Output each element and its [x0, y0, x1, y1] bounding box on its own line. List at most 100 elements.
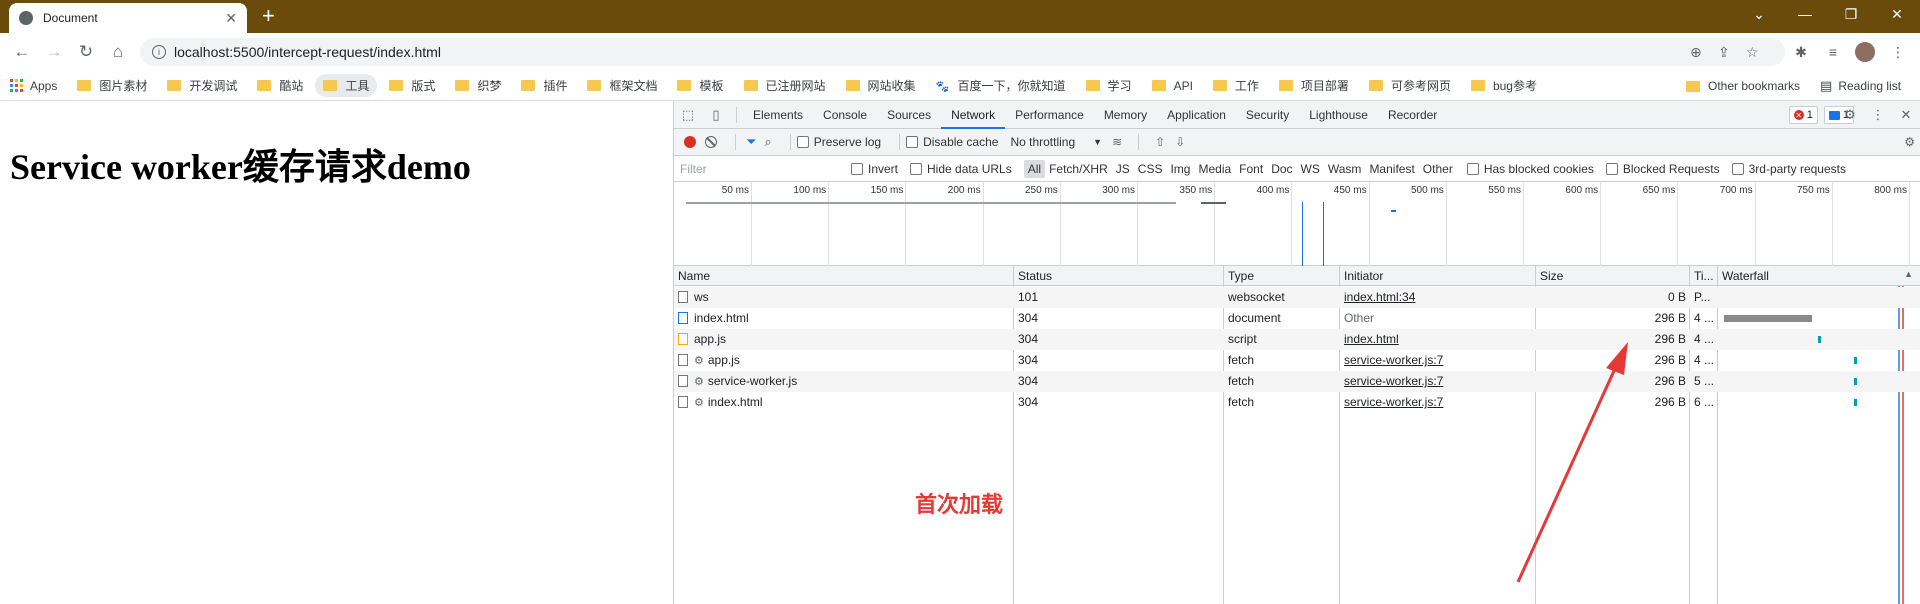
address-bar[interactable]: i localhost:5500/intercept-request/index…	[140, 38, 1785, 66]
throttling-select[interactable]: No throttling ▼	[1010, 135, 1102, 149]
invert-checkbox[interactable]: Invert	[851, 162, 898, 176]
column-header-size[interactable]: Size	[1536, 266, 1690, 286]
media-control-icon[interactable]: ≡	[1819, 38, 1847, 66]
record-button[interactable]	[684, 136, 696, 148]
bookmark-folder[interactable]: 已注册网站	[743, 77, 826, 94]
table-row[interactable]: ws 101 websocket index.html:34 0 B P...	[674, 287, 1920, 308]
settings-gear-icon[interactable]: ⚙	[1836, 101, 1864, 129]
network-conditions-icon[interactable]: ≋	[1112, 135, 1122, 149]
table-row[interactable]: app.js 304 script index.html 296 B 4 ...	[674, 329, 1920, 350]
bookmark-folder[interactable]: bug参考	[1470, 77, 1537, 94]
checkbox-box[interactable]	[906, 136, 919, 148]
table-row[interactable]: index.html 304 document Other 296 B 4 ...	[674, 308, 1920, 329]
disable-cache-checkbox[interactable]: Disable cache	[906, 135, 998, 149]
devtools-tab-console[interactable]: Console	[813, 101, 877, 129]
column-header-name[interactable]: Name	[674, 266, 1014, 286]
cell-initiator[interactable]: index.html	[1340, 329, 1536, 350]
blocked-requests-checkbox[interactable]: Blocked Requests	[1605, 162, 1720, 176]
type-filter-wasm[interactable]: Wasm	[1324, 160, 1366, 178]
home-button[interactable]: ⌂	[104, 38, 132, 66]
bookmark-reading-list[interactable]: ▤ Reading list	[1820, 78, 1901, 94]
more-options-icon[interactable]: ⋮	[1864, 101, 1892, 129]
column-header-waterfall[interactable]: Waterfall	[1718, 266, 1920, 286]
column-header-time[interactable]: Ti...	[1690, 266, 1718, 286]
checkbox-box[interactable]	[1466, 162, 1479, 175]
devtools-tab-network[interactable]: Network	[941, 101, 1006, 129]
export-har-icon[interactable]: ⇩	[1175, 135, 1185, 149]
third-party-checkbox[interactable]: 3rd-party requests	[1731, 162, 1846, 176]
cell-name[interactable]: app.js	[674, 329, 1014, 350]
devtools-tab-elements[interactable]: Elements	[743, 101, 813, 129]
bookmark-other[interactable]: Other bookmarks	[1686, 79, 1800, 93]
cell-initiator[interactable]: service-worker.js:7	[1340, 392, 1536, 413]
share-icon[interactable]: ⇪	[1718, 38, 1730, 66]
zoom-icon[interactable]: ⊕	[1690, 38, 1702, 66]
devtools-tab-performance[interactable]: Performance	[1005, 101, 1094, 129]
bookmark-folder[interactable]: API	[1151, 79, 1193, 93]
type-filter-other[interactable]: Other	[1419, 160, 1457, 178]
reload-button[interactable]: ↻	[72, 38, 100, 66]
bookmark-folder[interactable]: 工具	[315, 74, 378, 97]
inspect-element-icon[interactable]: ⬚	[674, 101, 702, 129]
errors-badge[interactable]: ✕ 1	[1788, 106, 1818, 124]
type-filter-js[interactable]: JS	[1112, 160, 1134, 178]
bookmark-folder[interactable]: 可参考网页	[1368, 77, 1451, 94]
device-toolbar-icon[interactable]: ▯	[702, 101, 730, 129]
browser-tab[interactable]: Document ✕	[9, 3, 247, 33]
forward-button[interactable]: →	[40, 38, 68, 66]
cell-name[interactable]: ⚙ index.html	[674, 392, 1014, 413]
minimize-button[interactable]: —	[1782, 0, 1828, 28]
type-filter-manifest[interactable]: Manifest	[1365, 160, 1418, 178]
checkbox-box[interactable]	[851, 162, 863, 175]
cell-initiator[interactable]: index.html:34	[1340, 287, 1536, 308]
filter-input[interactable]: Filter	[678, 159, 843, 179]
preserve-log-checkbox[interactable]: Preserve log	[796, 135, 881, 149]
bookmark-star-icon[interactable]: ☆	[1746, 38, 1759, 66]
bookmark-folder[interactable]: 项目部署	[1278, 77, 1349, 94]
devtools-tab-recorder[interactable]: Recorder	[1378, 101, 1447, 129]
column-header-status[interactable]: Status	[1014, 266, 1224, 286]
extensions-icon[interactable]: ✱	[1787, 38, 1815, 66]
type-filter-css[interactable]: CSS	[1134, 160, 1167, 178]
type-filter-all[interactable]: All	[1023, 159, 1046, 178]
network-settings-icon[interactable]: ⚙	[1904, 135, 1915, 149]
bookmark-folder[interactable]: 模板	[677, 77, 724, 94]
checkbox-box[interactable]	[910, 162, 923, 175]
devtools-tab-sources[interactable]: Sources	[877, 101, 941, 129]
profile-avatar[interactable]	[1851, 38, 1879, 66]
bookmark-folder[interactable]: 工作	[1212, 77, 1259, 94]
checkbox-box[interactable]	[796, 136, 809, 148]
type-filter-doc[interactable]: Doc	[1267, 160, 1296, 178]
has-blocked-cookies-checkbox[interactable]: Has blocked cookies	[1466, 162, 1594, 176]
type-filter-img[interactable]: Img	[1166, 160, 1194, 178]
search-icon[interactable]: ⌕	[764, 134, 771, 150]
restore-button[interactable]: ❐	[1828, 0, 1874, 28]
column-header-initiator[interactable]: Initiator	[1340, 266, 1536, 286]
menu-icon[interactable]: ⋮	[1884, 38, 1912, 66]
table-row[interactable]: ⚙ index.html 304 fetch service-worker.js:7 29…	[674, 392, 1920, 413]
cell-name[interactable]: ws	[674, 287, 1014, 308]
site-info-icon[interactable]: i	[152, 45, 166, 59]
checkbox-box[interactable]	[1731, 162, 1744, 175]
bookmark-folder[interactable]: 学习	[1085, 77, 1132, 94]
bookmark-folder[interactable]: 织梦	[455, 77, 501, 94]
devtools-tab-memory[interactable]: Memory	[1094, 101, 1157, 129]
close-devtools-icon[interactable]: ✕	[1892, 101, 1920, 129]
column-header-type[interactable]: Type	[1224, 266, 1340, 286]
bookmark-folder[interactable]: 🐾 百度一下，你就知道	[936, 77, 1066, 94]
back-button[interactable]: ←	[8, 38, 36, 66]
type-filter-ws[interactable]: WS	[1297, 160, 1324, 178]
bookmark-folder[interactable]: 开发调试	[167, 77, 237, 94]
devtools-tab-lighthouse[interactable]: Lighthouse	[1299, 101, 1378, 129]
hide-data-urls-checkbox[interactable]: Hide data URLs	[910, 162, 1012, 176]
new-tab-button[interactable]: +	[262, 4, 275, 28]
type-filter-media[interactable]: Media	[1194, 160, 1235, 178]
import-har-icon[interactable]: ⇧	[1155, 135, 1165, 149]
bookmark-folder[interactable]: 框架文档	[587, 77, 657, 94]
bookmark-folder[interactable]: 版式	[389, 77, 435, 94]
cell-name[interactable]: index.html	[674, 308, 1014, 329]
bookmark-folder[interactable]: 图片素材	[77, 77, 147, 94]
cell-initiator[interactable]: service-worker.js:7	[1340, 371, 1536, 392]
devtools-tab-security[interactable]: Security	[1236, 101, 1299, 129]
cell-initiator[interactable]: service-worker.js:7	[1340, 350, 1536, 371]
